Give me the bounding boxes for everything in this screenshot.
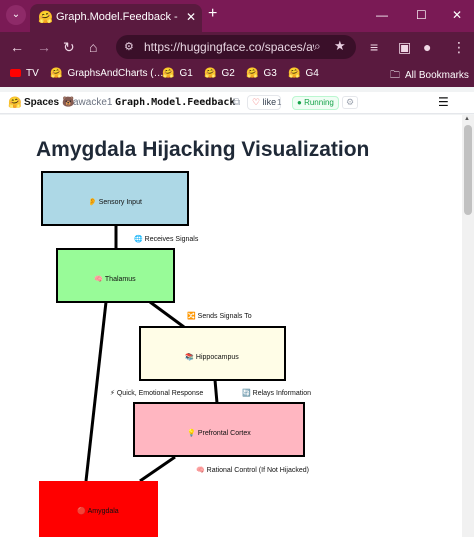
edge-label-quick-emotional-response: ⚡ Quick, Emotional Response	[110, 389, 203, 397]
zoom-icon[interactable]: ⌕	[314, 39, 321, 54]
like-count: 1	[277, 98, 282, 107]
youtube-icon	[10, 69, 21, 77]
bookmark-g3[interactable]: 🤗 G3	[246, 68, 277, 79]
node-hippocampus-label: 📚 Hippocampus	[185, 352, 239, 361]
edge-label-sends-signals-to: 🔀 Sends Signals To	[187, 311, 252, 320]
page-title: Amygdala Hijacking Visualization	[36, 138, 370, 161]
edge-line-thalamus-hippocampus	[149, 300, 185, 329]
edge-label-relays-information: 🔄 Relays Information	[242, 388, 311, 397]
folder-icon: 🗀	[390, 70, 400, 81]
bookmark-label: All Bookmarks	[405, 70, 469, 81]
hugging-face-icon: 🤗	[246, 68, 259, 79]
hf-space-header: 🤗 Spaces 🐻 awacke1 Graph.Model.Feedback …	[0, 92, 474, 114]
close-window-icon[interactable]: ✕	[452, 8, 462, 22]
tab-bar: ⌄ 🤗 Graph.Model.Feedback - a Hugg ✕ + — …	[0, 0, 474, 32]
forward-arrow-icon[interactable]: →	[37, 39, 51, 55]
bookmarks-bar: TV 🤗 GraphsAndCharts (… 🤗 G1 🤗 G2 🤗 G3 🤗 G4 🗀…	[0, 62, 474, 87]
hugging-face-icon: 🤗	[288, 68, 301, 79]
bookmark-label: G3	[263, 68, 277, 79]
hugging-face-logo-icon[interactable]: 🤗	[8, 96, 22, 109]
node-sensory-input-label: 👂 Sensory Input	[88, 197, 142, 206]
edge-line-thalamus-amygdala	[84, 301, 108, 482]
active-tab[interactable]: 🤗 Graph.Model.Feedback - a Hugg ✕	[30, 4, 202, 32]
bookmark-g1[interactable]: 🤗 G1	[162, 68, 193, 79]
flow-diagram: 👂 Sensory Input 🧠 Thalamus 📚 Hippocampus…	[39, 171, 311, 537]
owner-link[interactable]: awacke1	[73, 97, 112, 108]
new-tab-button[interactable]: +	[208, 6, 217, 22]
side-panel-icon[interactable]: ▣	[398, 39, 411, 55]
bookmark-label: TV	[26, 68, 39, 79]
space-settings-icon[interactable]: ⚙	[342, 96, 359, 109]
status-badge: ● Running	[292, 96, 339, 110]
hugging-face-icon: 🤗	[162, 68, 175, 79]
bookmark-tv[interactable]: TV	[10, 68, 39, 79]
bookmark-label: GraphsAndCharts (…	[67, 68, 164, 79]
edge-label-rational-control: 🧠 Rational Control (If Not Hijacked)	[196, 466, 309, 474]
status-text: Running	[304, 98, 334, 107]
copy-icon[interactable]: ⧉	[233, 97, 240, 108]
home-icon[interactable]: ⌂	[89, 39, 97, 55]
bookmark-label: G1	[179, 68, 193, 79]
bookmark-star-icon[interactable]: ★	[334, 38, 346, 54]
node-amygdala-label: 🔴 Amygdala	[77, 506, 119, 515]
hugging-face-icon: 🤗	[50, 68, 63, 79]
bookmark-label: G2	[221, 68, 235, 79]
bookmark-label: G4	[305, 68, 319, 79]
maximize-icon[interactable]: ☐	[416, 8, 427, 22]
media-control-icon[interactable]: ≡	[370, 39, 378, 55]
url-text: https://huggingface.co/spaces/aw…	[144, 40, 314, 54]
reload-icon[interactable]: ↻	[63, 39, 75, 55]
heart-icon: ♡	[252, 97, 261, 107]
bookmark-g4[interactable]: 🤗 G4	[288, 68, 319, 79]
bookmark-graphsandcharts[interactable]: 🤗 GraphsAndCharts (…	[50, 68, 164, 79]
address-bar[interactable]: ⚙ https://huggingface.co/spaces/aw… ⌕ ★	[116, 35, 356, 59]
edge-line-prefrontal-amygdala	[139, 455, 176, 483]
more-menu-icon[interactable]: ⋮	[452, 39, 466, 55]
spaces-link[interactable]: Spaces	[24, 97, 59, 108]
tab-title: Graph.Model.Feedback - a Hugg	[56, 11, 180, 23]
hugging-face-icon: 🤗	[204, 68, 217, 79]
bookmark-g2[interactable]: 🤗 G2	[204, 68, 235, 79]
hugging-face-favicon-icon: 🤗	[38, 10, 53, 24]
browser-toolbar: ← → ↻ ⌂ ⚙ https://huggingface.co/spaces/…	[0, 32, 474, 62]
minimize-icon[interactable]: —	[376, 8, 388, 22]
node-prefrontal-cortex-label: 💡 Prefrontal Cortex	[187, 428, 251, 437]
like-button[interactable]: ♡ like	[247, 95, 282, 110]
like-label: like	[262, 97, 277, 107]
repo-name-link[interactable]: Graph.Model.Feedback	[115, 97, 235, 108]
browser-window: ⌄ 🤗 Graph.Model.Feedback - a Hugg ✕ + — …	[0, 0, 474, 537]
scrollbar-thumb[interactable]	[464, 125, 472, 215]
close-tab-icon[interactable]: ✕	[186, 10, 196, 24]
profile-avatar-icon[interactable]: ●	[423, 39, 431, 55]
page-scrollbar[interactable]: ▲	[462, 115, 474, 537]
back-arrow-icon[interactable]: ←	[10, 39, 24, 55]
hamburger-menu-icon[interactable]: ☰	[438, 95, 449, 109]
tab-search-button[interactable]: ⌄	[6, 5, 26, 25]
app-content: 👂 Sensory Input 🧠 Thalamus 📚 Hippocampus…	[0, 115, 462, 537]
edge-label-receives-signals: 🌐 Receives Signals	[134, 234, 199, 243]
scroll-up-arrow-icon[interactable]: ▲	[464, 116, 470, 122]
edge-line-hippocampus-prefrontal	[213, 379, 219, 404]
node-thalamus-label: 🧠 Thalamus	[94, 275, 136, 283]
site-info-icon[interactable]: ⚙	[124, 40, 134, 53]
bookmark-all-bookmarks[interactable]: 🗀 All Bookmarks	[390, 68, 469, 85]
